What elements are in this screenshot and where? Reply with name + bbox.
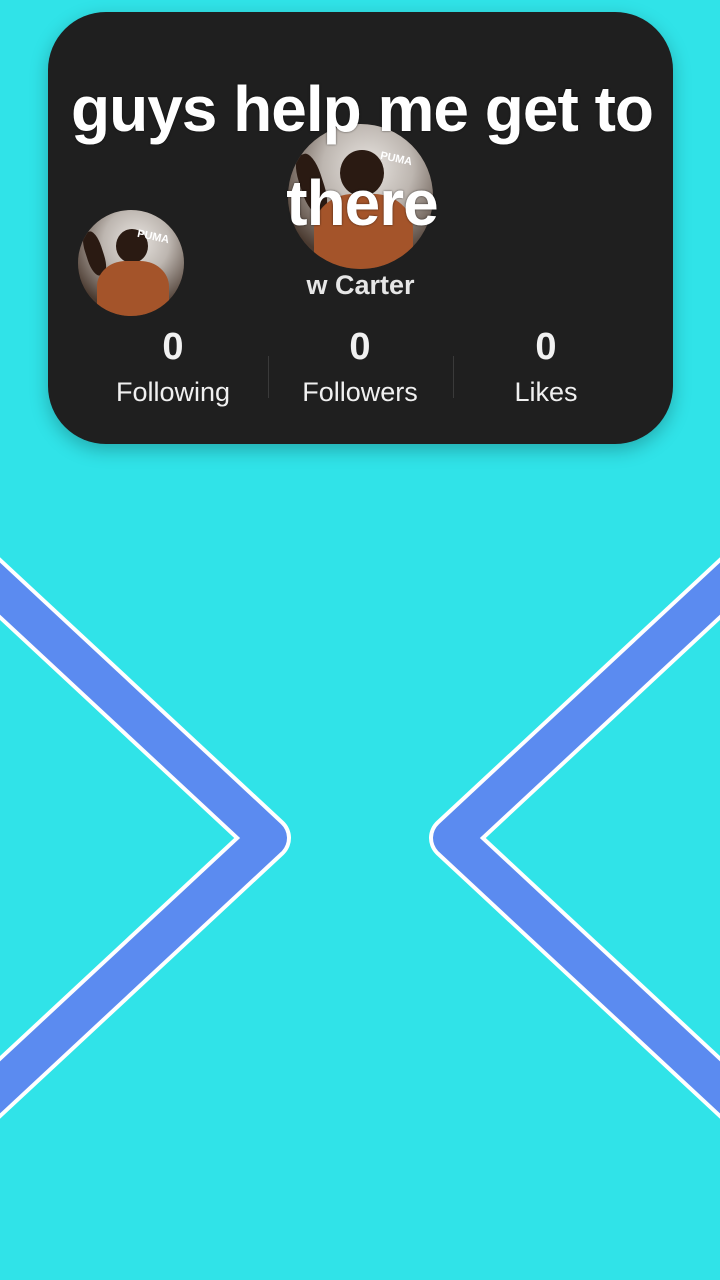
chevron-left-icon (429, 557, 720, 1119)
chevron-right-icon (0, 557, 291, 1119)
stat-followers[interactable]: 0 Followers (260, 324, 460, 412)
stat-followers-count: 0 (349, 326, 371, 368)
stat-following-label: Following (115, 377, 231, 407)
video-caption: guys help me get to there (71, 73, 654, 239)
stat-following-count: 0 (162, 326, 184, 368)
stat-following[interactable]: 0 Following (73, 324, 273, 412)
stat-followers-label: Followers (302, 377, 418, 407)
stat-likes-label: Likes (514, 377, 578, 407)
stat-likes[interactable]: 0 Likes (446, 324, 646, 412)
stat-likes-count: 0 (535, 326, 557, 368)
username: w Carter (306, 270, 415, 300)
